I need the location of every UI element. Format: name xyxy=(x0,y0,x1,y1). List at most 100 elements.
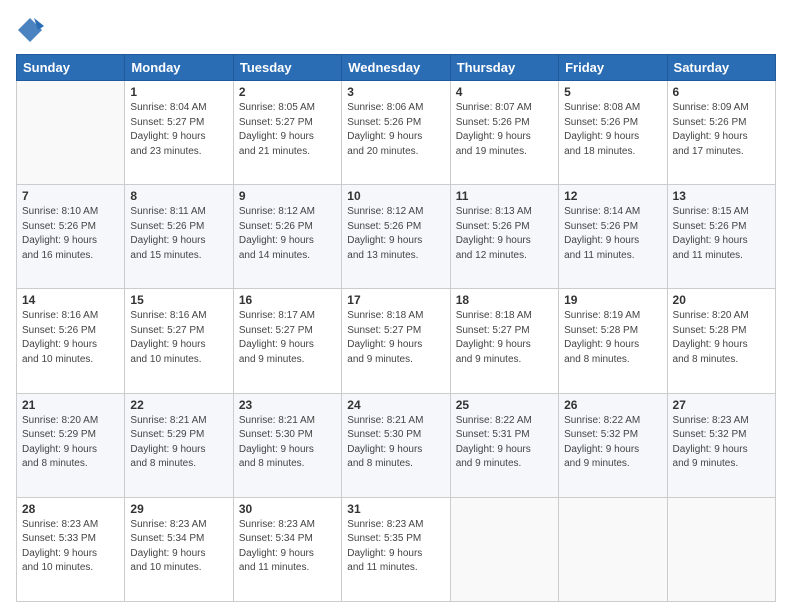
day-number: 3 xyxy=(347,85,444,99)
daylight-hours: Daylight: 9 hours xyxy=(130,548,205,559)
calendar-cell: 11Sunrise: 8:13 AMSunset: 5:26 PMDayligh… xyxy=(450,185,558,289)
sunrise-text: Sunrise: 8:21 AM xyxy=(347,415,423,426)
sunrise-text: Sunrise: 8:18 AM xyxy=(456,310,532,321)
calendar-cell: 2Sunrise: 8:05 AMSunset: 5:27 PMDaylight… xyxy=(233,81,341,185)
day-info: Sunrise: 8:18 AMSunset: 5:27 PMDaylight:… xyxy=(347,309,444,367)
daylight-minutes: and 9 minutes. xyxy=(239,354,305,365)
day-info: Sunrise: 8:19 AMSunset: 5:28 PMDaylight:… xyxy=(564,309,661,367)
day-info: Sunrise: 8:08 AMSunset: 5:26 PMDaylight:… xyxy=(564,101,661,159)
col-thursday: Thursday xyxy=(450,55,558,81)
calendar-cell: 6Sunrise: 8:09 AMSunset: 5:26 PMDaylight… xyxy=(667,81,775,185)
daylight-hours: Daylight: 9 hours xyxy=(456,444,531,455)
calendar-table: Sunday Monday Tuesday Wednesday Thursday… xyxy=(16,54,776,602)
sunrise-text: Sunrise: 8:23 AM xyxy=(673,415,749,426)
day-info: Sunrise: 8:12 AMSunset: 5:26 PMDaylight:… xyxy=(347,205,444,263)
daylight-hours: Daylight: 9 hours xyxy=(564,339,639,350)
daylight-hours: Daylight: 9 hours xyxy=(130,444,205,455)
day-info: Sunrise: 8:04 AMSunset: 5:27 PMDaylight:… xyxy=(130,101,227,159)
day-number: 27 xyxy=(673,398,770,412)
day-info: Sunrise: 8:15 AMSunset: 5:26 PMDaylight:… xyxy=(673,205,770,263)
calendar-cell: 30Sunrise: 8:23 AMSunset: 5:34 PMDayligh… xyxy=(233,497,341,601)
sunrise-text: Sunrise: 8:04 AM xyxy=(130,102,206,113)
sunset-text: Sunset: 5:28 PM xyxy=(564,325,638,336)
day-number: 30 xyxy=(239,502,336,516)
day-info: Sunrise: 8:18 AM Sunset: 5:27 PM Daylight:… xyxy=(456,309,553,367)
day-number: 14 xyxy=(22,293,119,307)
daylight-hours: Daylight: 9 hours xyxy=(673,235,748,246)
sunrise-text: Sunrise: 8:23 AM xyxy=(130,519,206,530)
day-number: 20 xyxy=(673,293,770,307)
day-number: 16 xyxy=(239,293,336,307)
daylight-minutes: and 19 minutes. xyxy=(456,146,527,157)
day-number: 4 xyxy=(456,85,553,99)
day-number: 13 xyxy=(673,189,770,203)
daylight-hours: Daylight: 9 hours xyxy=(564,444,639,455)
day-number: 10 xyxy=(347,189,444,203)
sunset-text: Sunset: 5:27 PM xyxy=(130,325,204,336)
sunset-text: Sunset: 5:26 PM xyxy=(456,117,530,128)
daylight-hours: Daylight: 9 hours xyxy=(239,235,314,246)
daylight-hours: Daylight: 9 hours xyxy=(673,131,748,142)
day-number: 26 xyxy=(564,398,661,412)
daylight-hours: Daylight: 9 hours xyxy=(22,235,97,246)
daylight-hours: Daylight: 9 hours xyxy=(564,235,639,246)
day-number: 25 xyxy=(456,398,553,412)
sunrise-text: Sunrise: 8:16 AM xyxy=(22,310,98,321)
calendar-cell: 28Sunrise: 8:23 AMSunset: 5:33 PMDayligh… xyxy=(17,497,125,601)
col-wednesday: Wednesday xyxy=(342,55,450,81)
daylight-hours: Daylight: 9 hours xyxy=(564,131,639,142)
daylight-minutes: and 11 minutes. xyxy=(347,562,417,573)
day-number: 28 xyxy=(22,502,119,516)
sunset-text: Sunset: 5:34 PM xyxy=(130,533,204,544)
sunrise-text: Sunrise: 8:15 AM xyxy=(673,206,749,217)
daylight-minutes: and 8 minutes. xyxy=(347,458,413,469)
daylight-minutes: and 20 minutes. xyxy=(347,146,418,157)
sunrise-text: Sunrise: 8:22 AM xyxy=(564,415,640,426)
daylight-minutes: and 8 minutes. xyxy=(130,458,196,469)
sunset-text: Sunset: 5:26 PM xyxy=(564,221,638,232)
day-number: 6 xyxy=(673,85,770,99)
sunset-text: Sunset: 5:30 PM xyxy=(347,429,421,440)
logo xyxy=(16,16,50,44)
calendar-header-row: Sunday Monday Tuesday Wednesday Thursday… xyxy=(17,55,776,81)
sunset-text: Sunset: 5:26 PM xyxy=(239,221,313,232)
daylight-minutes: and 21 minutes. xyxy=(239,146,310,157)
day-info: Sunrise: 8:10 AMSunset: 5:26 PMDaylight:… xyxy=(22,205,119,263)
calendar-cell: 9Sunrise: 8:12 AMSunset: 5:26 PMDaylight… xyxy=(233,185,341,289)
calendar-cell xyxy=(667,497,775,601)
sunrise-text: Sunrise: 8:21 AM xyxy=(130,415,206,426)
daylight-hours: Daylight: 9 hours xyxy=(673,444,748,455)
day-number: 11 xyxy=(456,189,553,203)
daylight-hours: Daylight: 9 hours xyxy=(456,339,531,350)
calendar-cell: 25Sunrise: 8:22 AMSunset: 5:31 PMDayligh… xyxy=(450,393,558,497)
day-info: Sunrise: 8:23 AMSunset: 5:32 PMDaylight:… xyxy=(673,414,770,472)
daylight-hours: Daylight: 9 hours xyxy=(130,235,205,246)
sunset-text: Sunset: 5:26 PM xyxy=(347,117,421,128)
calendar-cell: 3Sunrise: 8:06 AMSunset: 5:26 PMDaylight… xyxy=(342,81,450,185)
sunrise-text: Sunrise: 8:20 AM xyxy=(22,415,98,426)
calendar-cell: 4Sunrise: 8:07 AMSunset: 5:26 PMDaylight… xyxy=(450,81,558,185)
day-number: 1 xyxy=(130,85,227,99)
day-info: Sunrise: 8:23 AMSunset: 5:35 PMDaylight:… xyxy=(347,518,444,576)
day-info: Sunrise: 8:21 AMSunset: 5:30 PMDaylight:… xyxy=(347,414,444,472)
day-info: Sunrise: 8:23 AM Sunset: 5:34 PM Daylight:… xyxy=(130,518,227,576)
calendar-cell: 14Sunrise: 8:16 AMSunset: 5:26 PMDayligh… xyxy=(17,289,125,393)
daylight-hours: Daylight: 9 hours xyxy=(130,131,205,142)
day-info: Sunrise: 8:16 AMSunset: 5:27 PMDaylight:… xyxy=(130,309,227,367)
day-info: Sunrise: 8:12 AMSunset: 5:26 PMDaylight:… xyxy=(239,205,336,263)
sunrise-text: Sunrise: 8:22 AM xyxy=(456,415,532,426)
sunrise-text: Sunrise: 8:20 AM xyxy=(673,310,749,321)
day-info: Sunrise: 8:22 AMSunset: 5:32 PMDaylight:… xyxy=(564,414,661,472)
calendar-cell: 13 Sunrise: 8:15 AMSunset: 5:26 PMDayligh… xyxy=(667,185,775,289)
sunrise-text: Sunrise: 8:14 AM xyxy=(564,206,640,217)
daylight-minutes: and 9 minutes. xyxy=(673,458,739,469)
sunrise-text: Sunrise: 8:18 AM xyxy=(347,310,423,321)
daylight-hours: Daylight: 9 hours xyxy=(347,131,422,142)
sunset-text: Sunset: 5:27 PM xyxy=(456,325,530,336)
day-info: Sunrise: 8:14 AM Sunset: 5:26 PM Daylight:… xyxy=(564,205,661,263)
calendar-week-row: 28Sunrise: 8:23 AMSunset: 5:33 PMDayligh… xyxy=(17,497,776,601)
day-number: 23 xyxy=(239,398,336,412)
sunrise-text: Sunrise: 8:07 AM xyxy=(456,102,532,113)
daylight-minutes: and 17 minutes. xyxy=(673,146,744,157)
daylight-minutes: and 9 minutes. xyxy=(456,354,522,365)
